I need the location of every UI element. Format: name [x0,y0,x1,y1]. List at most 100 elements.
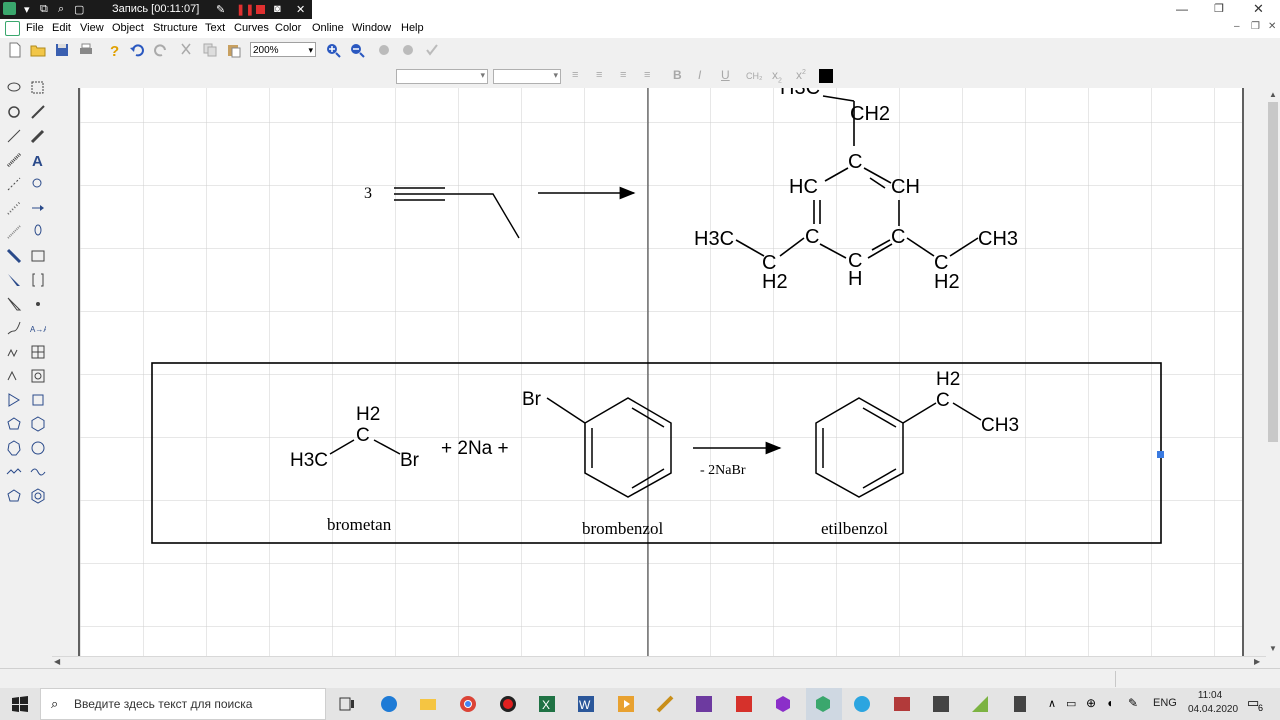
volume-icon[interactable]: ◖ [1106,696,1113,710]
menu-text[interactable]: Text [205,22,225,34]
align-left-icon[interactable]: ≡ [572,69,578,81]
orbital-icon[interactable] [30,224,46,240]
square-ring-icon[interactable] [30,392,46,408]
image-app-icon[interactable] [892,694,912,714]
benzene-ring-icon[interactable] [30,488,46,504]
font-size-select[interactable] [493,69,561,84]
paste-icon[interactable] [226,42,242,58]
menu-curves[interactable]: Curves [234,22,269,34]
scroll-right-icon[interactable]: ▶ [1254,657,1260,666]
doc-icon[interactable] [5,21,20,36]
doc-minimize-icon[interactable]: – [1234,21,1240,32]
font-select[interactable] [396,69,488,84]
bond-single-icon[interactable] [6,128,22,144]
eraser-icon[interactable] [30,104,46,120]
task-view-icon[interactable] [337,694,357,714]
check-icon[interactable] [424,42,440,58]
marquee-icon[interactable] [30,80,46,96]
mapping-icon[interactable] [30,176,46,192]
acrobat-icon[interactable] [734,694,754,714]
window-icon[interactable]: ▢ [74,3,84,16]
template-icon[interactable] [30,368,46,384]
pencil-icon[interactable] [30,128,46,144]
onenote-icon[interactable] [694,694,714,714]
align-center-icon[interactable]: ≡ [596,69,602,81]
cut-icon[interactable] [178,42,194,58]
battery-icon[interactable]: ▭ [1066,697,1076,710]
bond-hollow-wedge-icon[interactable] [6,296,22,312]
print-icon[interactable] [78,42,94,58]
rectangle-icon[interactable] [30,248,46,264]
tool-app-icon[interactable] [655,694,675,714]
menu-help[interactable]: Help [401,22,424,34]
pen-tray-icon[interactable]: ✎ [1128,696,1138,710]
menu-structure[interactable]: Structure [153,22,198,34]
open-folder-icon[interactable] [30,42,46,58]
bond-hashed-icon[interactable] [6,152,22,168]
bond-bold-icon[interactable] [6,248,22,264]
hexagon-ring-icon[interactable] [30,416,46,432]
word-icon[interactable]: W [576,694,596,714]
italic-button[interactable]: I [698,68,701,82]
chemsketch-icon[interactable] [813,694,833,714]
bond-wavy-icon[interactable] [6,320,22,336]
vertical-scrollbar[interactable]: ▲ ▼ [1266,88,1280,656]
menu-object[interactable]: Object [112,22,144,34]
bracket-icon[interactable] [30,272,46,288]
cyclohexane-chair-icon[interactable] [6,464,22,480]
minimize-icon[interactable]: — [1176,2,1188,16]
subscript-button[interactable]: x2 [772,68,782,84]
chrome-icon[interactable] [458,694,478,714]
close-icon[interactable]: ✕ [1253,1,1264,17]
clock[interactable]: 11:04 04.04.2020 [1188,689,1238,717]
formula-icon[interactable]: CH₂ [746,71,763,81]
maximize-icon[interactable]: ❐ [1214,2,1224,15]
view3d-icon[interactable] [376,42,392,58]
doc-restore-icon[interactable]: ❐ [1251,21,1260,32]
selection-handle[interactable] [1157,451,1164,458]
charge-icon[interactable] [30,296,46,312]
chart-app-icon[interactable] [970,694,990,714]
new-file-icon[interactable] [7,42,23,58]
scroll-up-icon[interactable]: ▲ [1269,90,1277,99]
lasso-icon[interactable] [6,80,22,96]
stop-icon[interactable] [256,5,265,14]
heptagon-ring-icon[interactable] [6,440,22,456]
drawing-icon[interactable] [6,368,22,384]
cyclopentadiene-icon[interactable] [6,488,22,504]
search-icon[interactable]: ⌕ [58,3,64,16]
zoom-out-icon[interactable] [349,42,365,58]
drawing-canvas[interactable]: 3 H3C CH2 C HC CH H3C C C CH3 C H C H2 C… [78,88,1244,656]
pen-icon[interactable]: ✎ [216,3,225,16]
help-icon[interactable]: ? [106,42,122,58]
triangle-ring-icon[interactable] [6,392,22,408]
network-icon[interactable]: ⊕ [1086,696,1096,710]
arrow-tool-icon[interactable] [30,200,46,216]
octagon-ring-icon[interactable] [30,440,46,456]
excel-icon[interactable]: X [537,694,557,714]
menu-online[interactable]: Online [312,22,344,34]
align-right-icon[interactable]: ≡ [620,69,626,81]
underline-button[interactable]: U [721,68,730,82]
text-tool-icon[interactable]: A [30,152,46,168]
language-indicator[interactable]: ENG [1153,697,1177,709]
camera-icon[interactable]: ◙ [274,3,281,15]
recorder-close-icon[interactable]: ✕ [296,3,305,16]
rotate-icon[interactable] [400,42,416,58]
telegram-icon[interactable] [852,694,872,714]
table-icon[interactable] [30,344,46,360]
undo-icon[interactable] [129,42,145,58]
save-icon[interactable] [54,42,70,58]
restore-icon[interactable]: ⧉ [40,3,48,16]
zoom-in-icon[interactable] [325,42,341,58]
bold-button[interactable]: B [673,68,682,82]
edge-icon[interactable] [379,694,399,714]
cyclohexane-boat-icon[interactable] [30,464,46,480]
bond-hashed-wedge-icon[interactable] [6,200,22,216]
menu-view[interactable]: View [80,22,104,34]
calculator-icon[interactable] [1010,694,1030,714]
record-app-icon[interactable] [498,694,518,714]
zoom-select[interactable]: 200% ▾ [250,42,316,57]
bond-bold-hashed-icon[interactable] [6,224,22,240]
menu-edit[interactable]: Edit [52,22,71,34]
